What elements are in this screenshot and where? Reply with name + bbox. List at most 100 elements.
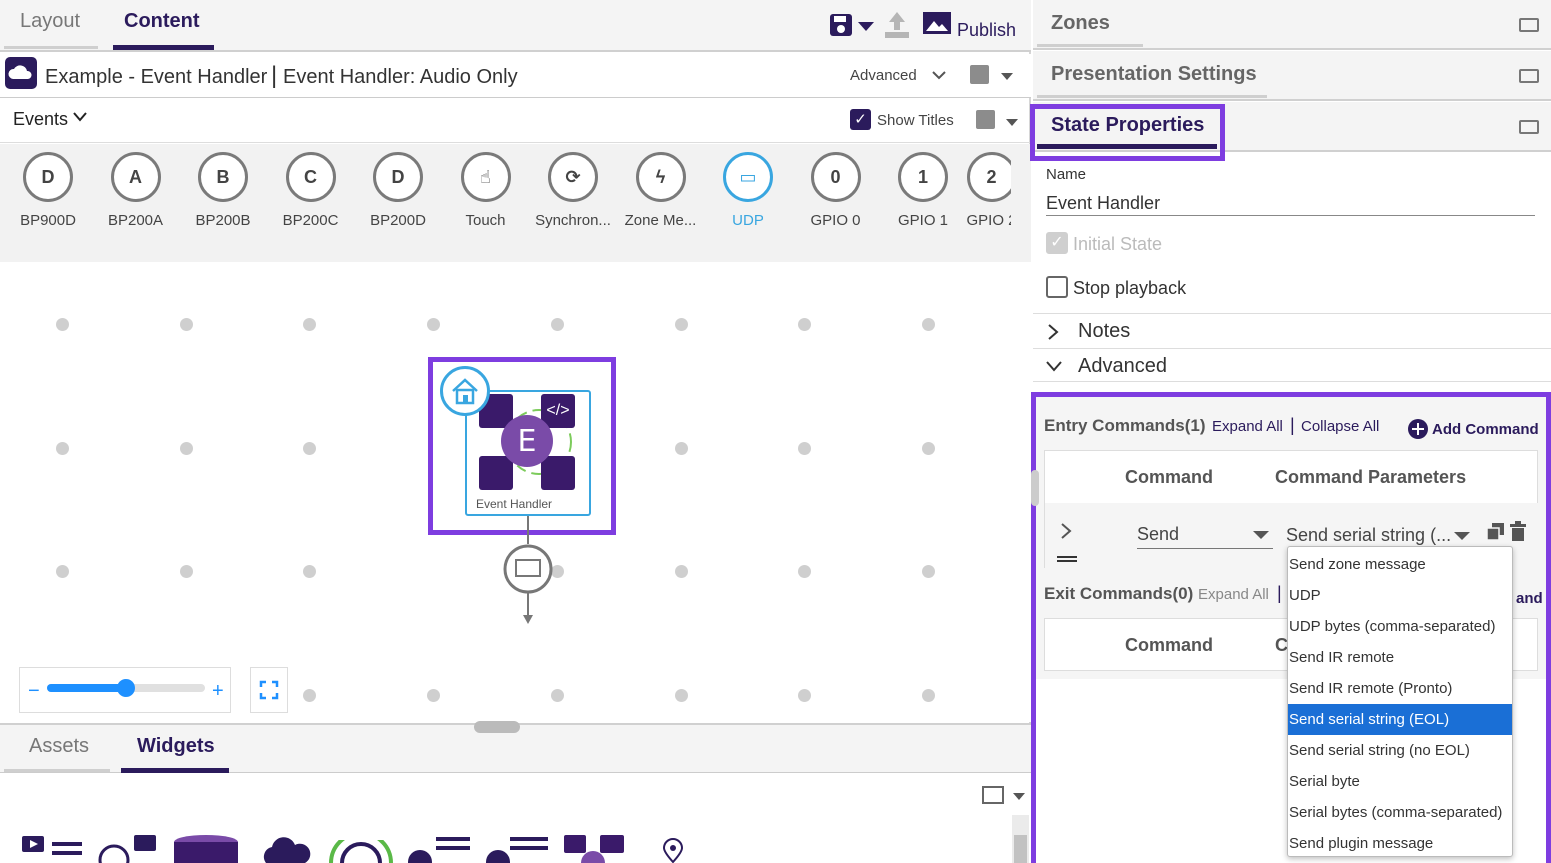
zones-panel-header[interactable]: Zones [1033,0,1551,50]
zoom-slider[interactable] [47,679,205,697]
events-swatch-dropdown-icon[interactable] [1006,119,1018,126]
add-command-icon[interactable] [1407,418,1429,440]
command-select-caret[interactable] [1253,531,1269,539]
location-widget-icon[interactable] [660,838,686,863]
add-command-button[interactable]: Add Command [1432,421,1539,438]
dropdown-option[interactable]: Send IR remote (Pronto) [1288,673,1512,704]
advanced-section[interactable]: Advanced [1033,348,1551,382]
breadcrumb: Example - Event Handler | Event Handler:… [0,54,1031,98]
show-titles-checkbox[interactable]: ✓ [850,109,871,130]
drag-handle-icon[interactable] [1057,555,1077,565]
save-dropdown-icon[interactable] [857,20,875,32]
stop-playback-checkbox[interactable] [1046,276,1068,298]
dropdown-option[interactable]: UDP [1288,580,1512,611]
tab-content[interactable]: Content [124,10,200,33]
exit-commands-heading: Exit Commands(0) [1044,584,1194,603]
advanced-label: Advanced [1078,355,1167,377]
grid-dot [922,565,935,578]
event-synchron[interactable]: ⟳ Synchron... [529,152,617,229]
fit-to-screen-button[interactable] [250,667,288,713]
minimize-icon[interactable] [1519,18,1539,32]
event-bp900d[interactable]: D BP900D [4,152,92,229]
dropdown-option[interactable]: Send IR remote [1288,642,1512,673]
tab-layout[interactable]: Layout [20,10,80,33]
rss-list-widget-icon[interactable] [404,834,474,863]
vertical-splitter-handle[interactable] [1031,470,1039,506]
upload-icon[interactable] [882,10,912,40]
zoom-out-button[interactable]: − [28,680,40,703]
media-list-widget-icon[interactable] [20,834,90,863]
grid-dot [180,318,193,331]
dropdown-option[interactable]: Serial byte [1288,766,1512,797]
trash-icon[interactable] [1509,521,1527,541]
database-widget-icon[interactable] [172,834,242,863]
grid-dot [551,689,564,702]
event-bp200d[interactable]: D BP200D [354,152,442,229]
entry-expand-all-link[interactable]: Expand All [1212,418,1283,435]
event-label: UDP [732,212,764,229]
command-select[interactable]: Send [1137,524,1179,545]
advanced-mode-select[interactable]: Advanced [850,67,917,84]
widgets-scroll-thumb[interactable] [1014,835,1027,863]
dropdown-option[interactable]: Send serial string (EOL) [1288,704,1512,735]
publish-icon[interactable] [922,11,952,39]
presentation-settings-underline [1037,95,1267,98]
breadcrumb-project: Example - Event Handler [45,66,268,88]
grid-view-icon[interactable] [982,786,1004,804]
zoom-in-button[interactable]: + [212,680,224,703]
expand-row-icon[interactable] [1060,522,1072,540]
events-chevron-icon[interactable] [72,111,88,123]
event-handler-widget-icon[interactable] [562,834,628,863]
presentation-settings-header[interactable]: Presentation Settings [1033,51,1551,101]
dropdown-option[interactable]: Send zone message [1288,549,1512,580]
play-list-widget-icon[interactable] [96,834,162,863]
copy-icon[interactable] [1486,522,1506,542]
swatch-dropdown-icon[interactable] [1001,73,1013,80]
dropdown-option[interactable]: Send plugin message [1288,828,1512,856]
state-node-label: Event Handler [476,497,553,511]
tab-widgets[interactable]: Widgets [137,735,215,758]
check-list-widget-icon[interactable] [482,834,552,863]
minimize-icon[interactable] [1519,69,1539,83]
cloud-widget-icon[interactable] [262,834,312,863]
event-gpio-0[interactable]: 0 GPIO 0 [792,152,880,229]
events-dropdown[interactable]: Events [13,109,68,130]
widgets-scrollbar[interactable] [1012,815,1029,863]
color-swatch[interactable] [970,65,989,84]
command-param-dropdown[interactable]: Send zone message UDP UDP bytes (comma-sep… [1287,546,1513,857]
event-udp-icon: ▭ [723,152,773,202]
event-bp200a[interactable]: A BP200A [92,152,180,229]
grid-dot [303,689,316,702]
event-bp200c[interactable]: C BP200C [267,152,355,229]
name-input[interactable]: Event Handler [1046,193,1160,214]
entry-collapse-all-link[interactable]: Collapse All [1301,418,1379,435]
command-param-select[interactable]: Send serial string (... [1286,525,1451,546]
event-touch[interactable]: ☝ Touch [442,152,530,229]
event-udp[interactable]: ▭ UDP [704,152,792,229]
pane-splitter-handle[interactable] [474,721,520,733]
dropdown-option[interactable]: UDP bytes (comma-separated) [1288,611,1512,642]
exit-expand-all-link[interactable]: Expand All [1198,586,1269,603]
zones-title: Zones [1051,12,1110,34]
event-gpio-2[interactable]: 2 GPIO 2 [966,152,1011,229]
event-gpio-1-icon: 1 [898,152,948,202]
notes-section[interactable]: Notes [1033,313,1551,347]
view-dropdown-icon[interactable] [1013,793,1025,800]
dropdown-option[interactable]: Send serial string (no EOL) [1288,735,1512,766]
dropdown-option[interactable]: Serial bytes (comma-separated) [1288,797,1512,828]
event-gpio-1[interactable]: 1 GPIO 1 [879,152,967,229]
zoom-slider-handle[interactable] [117,679,135,697]
chevron-down-icon[interactable] [931,70,947,80]
param-select-caret[interactable] [1454,532,1470,540]
command-select-underline [1137,548,1273,549]
events-color-swatch[interactable] [976,110,995,129]
event-zone-me[interactable]: ϟ Zone Me... [617,152,705,229]
udp-transition[interactable] [500,516,556,628]
tab-assets[interactable]: Assets [29,735,89,758]
save-icon[interactable] [828,12,854,38]
publish-button[interactable]: Publish [957,20,1016,41]
event-bp200b[interactable]: B BP200B [179,152,267,229]
minimize-icon[interactable] [1519,120,1539,134]
exit-add-command-button[interactable]: and [1516,590,1543,607]
wireless-widget-icon[interactable] [326,840,396,863]
